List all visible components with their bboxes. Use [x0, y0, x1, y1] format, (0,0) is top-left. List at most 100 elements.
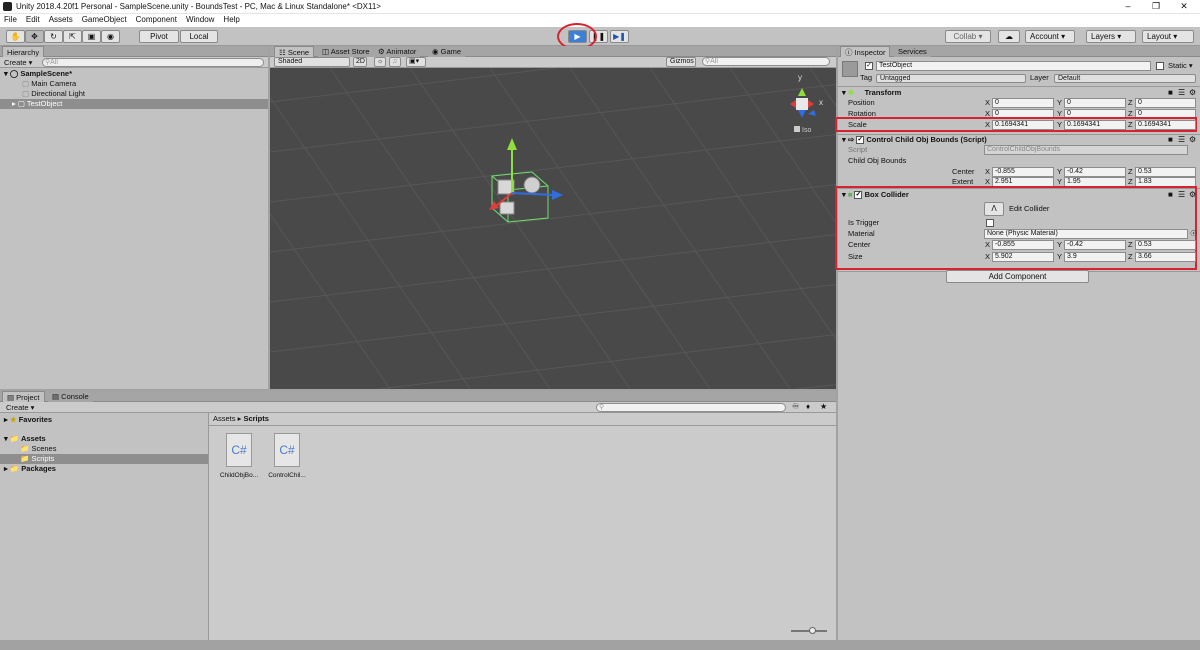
- hand-tool-icon[interactable]: ✋: [6, 30, 25, 43]
- transform-tool-icon[interactable]: ◉: [101, 30, 120, 43]
- collab-button[interactable]: Collab ▾: [945, 30, 991, 43]
- preset-icon[interactable]: ☰: [1178, 135, 1185, 144]
- tab-scene[interactable]: ☷ Scene: [274, 46, 315, 57]
- menu-file[interactable]: File: [4, 15, 17, 24]
- breadcrumb-root[interactable]: Assets: [213, 414, 236, 423]
- collider-center-x-field[interactable]: -0.855: [992, 240, 1054, 250]
- hierarchy-search-input[interactable]: ⚲All: [42, 58, 264, 67]
- bounds-center-x-field[interactable]: -0.855: [992, 167, 1054, 177]
- move-tool-icon[interactable]: ✥: [25, 30, 44, 43]
- local-toggle[interactable]: Local: [180, 30, 218, 43]
- layers-dropdown[interactable]: Layers ▾: [1086, 30, 1136, 43]
- script-enabled-checkbox[interactable]: ✓: [856, 136, 865, 145]
- project-create-button[interactable]: Create ▾: [6, 403, 34, 412]
- restore-icon[interactable]: ❐: [1142, 0, 1170, 14]
- settings-gear-icon[interactable]: ⚙: [1189, 190, 1196, 199]
- box-collider-header[interactable]: ▾ ■ ✓ Box Collider: [842, 190, 909, 200]
- position-y-field[interactable]: 0: [1064, 98, 1126, 108]
- light-toggle-icon[interactable]: ☼: [374, 57, 386, 67]
- object-picker-icon[interactable]: ☉: [1190, 229, 1197, 238]
- hierarchy-item-directional-light[interactable]: ▢ Directional Light: [22, 89, 85, 99]
- scale-z-field[interactable]: 0.1694341: [1135, 120, 1196, 130]
- box-collider-enabled-checkbox[interactable]: ✓: [854, 191, 863, 200]
- breadcrumb-current[interactable]: Scripts: [243, 414, 268, 423]
- tab-console[interactable]: ▤ Console: [48, 391, 93, 402]
- audio-toggle-icon[interactable]: ♫: [389, 57, 401, 67]
- menu-help[interactable]: Help: [223, 15, 239, 24]
- menu-component[interactable]: Component: [136, 15, 177, 24]
- effects-dropdown-icon[interactable]: ▣▾: [406, 57, 426, 67]
- tab-animator[interactable]: ⚙ Animator: [374, 46, 421, 57]
- position-x-field[interactable]: 0: [992, 98, 1054, 108]
- minimize-icon[interactable]: –: [1114, 0, 1142, 14]
- scene-viewport[interactable]: y x Iso: [270, 68, 836, 389]
- bounds-center-y-field[interactable]: -0.42: [1064, 167, 1126, 177]
- menu-window[interactable]: Window: [186, 15, 214, 24]
- close-icon[interactable]: ✕: [1170, 0, 1198, 14]
- collider-size-y-field[interactable]: 3.9: [1064, 252, 1126, 262]
- bounds-center-z-field[interactable]: 0.53: [1135, 167, 1196, 177]
- tree-favorites[interactable]: ▸ ★ Favorites: [4, 415, 52, 425]
- scene-search-input[interactable]: ⚲All: [702, 57, 830, 66]
- help-icon[interactable]: ■: [1168, 88, 1173, 97]
- pivot-toggle[interactable]: Pivot: [139, 30, 179, 43]
- is-trigger-checkbox[interactable]: [986, 219, 994, 227]
- cloud-icon[interactable]: ☁: [998, 30, 1020, 43]
- collider-size-z-field[interactable]: 3.66: [1135, 252, 1196, 262]
- gizmos-dropdown[interactable]: Gizmos ▾: [666, 57, 696, 67]
- filter-type-icon[interactable]: ♾: [792, 402, 799, 411]
- tag-dropdown[interactable]: Untagged: [876, 74, 1026, 83]
- edit-collider-button[interactable]: Λ: [984, 202, 1004, 216]
- script-component-header[interactable]: ▾ ⇨ ✓ Control Child Obj Bounds (Script): [842, 135, 987, 145]
- menu-assets[interactable]: Assets: [49, 15, 73, 24]
- tab-asset-store[interactable]: ◫ Asset Store: [318, 46, 374, 57]
- hierarchy-item-testobject[interactable]: ▸ ▢ TestObject: [0, 99, 268, 109]
- scene-root[interactable]: ▾ ◯ SampleScene*: [4, 69, 72, 79]
- tab-inspector[interactable]: ⓘ Inspector: [840, 46, 891, 57]
- scale-y-field[interactable]: 0.1694341: [1064, 120, 1126, 130]
- account-dropdown[interactable]: Account ▾: [1025, 30, 1075, 43]
- collider-center-z-field[interactable]: 0.53: [1135, 240, 1196, 250]
- collider-center-y-field[interactable]: -0.42: [1064, 240, 1126, 250]
- hierarchy-item-main-camera[interactable]: ▢ Main Camera: [22, 79, 76, 89]
- preset-icon[interactable]: ☰: [1178, 88, 1185, 97]
- object-name-field[interactable]: TestObject: [876, 61, 1151, 71]
- step-button[interactable]: ▶❚: [610, 30, 629, 43]
- tree-packages[interactable]: ▸ 📁 Packages: [4, 464, 56, 474]
- tree-scenes[interactable]: 📁 Scenes: [20, 444, 56, 454]
- project-search-input[interactable]: ⚲: [596, 403, 786, 412]
- icon-size-slider-thumb[interactable]: [809, 627, 816, 634]
- tree-assets[interactable]: ▾ 📁 Assets: [4, 434, 46, 444]
- hierarchy-create-button[interactable]: Create ▾: [4, 58, 32, 67]
- transform-header[interactable]: ▾ ✥ Transform: [842, 88, 901, 98]
- scale-tool-icon[interactable]: ⇱: [63, 30, 82, 43]
- filter-label-icon[interactable]: ♦: [806, 402, 810, 411]
- toggle-2d-button[interactable]: 2D: [353, 57, 367, 67]
- help-icon[interactable]: ■: [1168, 190, 1173, 199]
- layout-dropdown[interactable]: Layout ▾: [1142, 30, 1194, 43]
- tab-game[interactable]: ◉ Game: [428, 46, 466, 57]
- tab-services[interactable]: Services: [894, 46, 931, 57]
- layer-dropdown[interactable]: Default: [1054, 74, 1196, 83]
- test-object-gizmo[interactable]: [489, 138, 563, 223]
- file-childobjbounds[interactable]: C# ChildObjBo...: [217, 433, 261, 483]
- tree-scripts[interactable]: 📁 Scripts: [0, 454, 208, 464]
- add-component-button[interactable]: Add Component: [946, 270, 1089, 283]
- rect-tool-icon[interactable]: ▣: [82, 30, 101, 43]
- active-checkbox[interactable]: ✓: [865, 62, 873, 70]
- orientation-gizmo[interactable]: [790, 88, 816, 118]
- tab-project[interactable]: ▤ Project: [2, 391, 45, 402]
- position-z-field[interactable]: 0: [1135, 98, 1196, 108]
- material-field[interactable]: None (Physic Material): [984, 229, 1188, 239]
- collider-size-x-field[interactable]: 5.902: [992, 252, 1054, 262]
- settings-gear-icon[interactable]: ⚙: [1189, 135, 1196, 144]
- scale-x-field[interactable]: 0.1694341: [992, 120, 1054, 130]
- menu-edit[interactable]: Edit: [26, 15, 40, 24]
- static-checkbox[interactable]: [1156, 62, 1164, 70]
- preset-icon[interactable]: ☰: [1178, 190, 1185, 199]
- iso-toggle[interactable]: Iso: [794, 126, 811, 134]
- help-icon[interactable]: ■: [1168, 135, 1173, 144]
- tab-hierarchy[interactable]: Hierarchy: [2, 46, 45, 57]
- menu-gameobject[interactable]: GameObject: [82, 15, 127, 24]
- rotate-tool-icon[interactable]: ↻: [44, 30, 63, 43]
